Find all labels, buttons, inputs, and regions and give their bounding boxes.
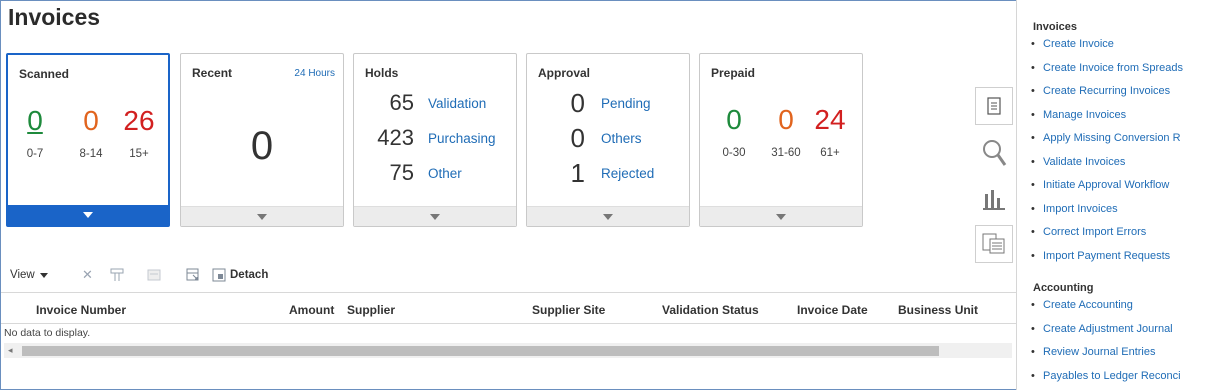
task-create-recurring-invoices[interactable]: Create Recurring Invoices <box>1031 85 1170 97</box>
scrollbar-thumb[interactable] <box>22 346 939 356</box>
card-title: Scanned <box>19 67 70 81</box>
bucket-label: 15+ <box>129 148 149 160</box>
approval-card[interactable]: Approval 0 Pending 0 Others 1 Rejected <box>526 53 690 227</box>
scroll-left-icon[interactable]: ◂ <box>8 345 13 356</box>
tasks-panel: Invoices Create Invoice Create Invoice f… <box>1016 0 1213 390</box>
task-payables-to-ledger-reconciliation[interactable]: Payables to Ledger Reconci <box>1031 370 1181 382</box>
chevron-down-icon <box>776 214 786 220</box>
freeze-icon[interactable] <box>110 265 124 285</box>
detach-label: Detach <box>230 269 269 281</box>
card-expand-bar[interactable] <box>527 206 689 226</box>
tasks-icon[interactable] <box>975 87 1013 125</box>
task-initiate-approval-workflow[interactable]: Initiate Approval Workflow <box>1031 179 1169 191</box>
detach-button[interactable]: Detach <box>212 265 268 285</box>
table-header: Invoice Number Amount Supplier Supplier … <box>1 292 1016 324</box>
task-apply-missing-conversion-rates[interactable]: Apply Missing Conversion R <box>1031 132 1181 144</box>
approval-rejected-link[interactable]: Rejected <box>601 166 654 181</box>
column-header-amount[interactable]: Amount <box>289 303 334 317</box>
card-expand-bar[interactable] <box>181 206 343 226</box>
bucket-label: 0-7 <box>26 148 44 160</box>
delete-icon[interactable]: ✕ <box>82 265 93 285</box>
reports-icon[interactable] <box>975 180 1013 218</box>
column-header-supplier[interactable]: Supplier <box>347 303 395 317</box>
holds-count: 423 <box>377 125 414 150</box>
bucket-label: 8-14 <box>79 148 103 160</box>
accounting-section-title: Accounting <box>1033 282 1094 294</box>
task-correct-import-errors[interactable]: Correct Import Errors <box>1031 226 1146 238</box>
scanned-8-14-count[interactable]: 0 <box>78 105 104 137</box>
view-label: View <box>10 269 35 281</box>
column-header-invoice-date[interactable]: Invoice Date <box>797 303 868 317</box>
task-import-payment-requests[interactable]: Import Payment Requests <box>1031 250 1170 262</box>
scan-documents-icon[interactable] <box>975 225 1013 263</box>
bucket-label: 31-60 <box>771 147 801 159</box>
task-manage-invoices[interactable]: Manage Invoices <box>1031 109 1126 121</box>
scanned-0-7-count[interactable]: 0 <box>22 105 48 137</box>
holds-card[interactable]: Holds 65 Validation 423 Purchasing 75 Ot… <box>353 53 517 227</box>
invoices-section-title: Invoices <box>1033 21 1078 33</box>
wrap-icon[interactable] <box>147 265 161 285</box>
empty-table-message: No data to display. <box>4 327 91 339</box>
period-link[interactable]: 24 Hours <box>294 68 335 79</box>
bucket-label: 0-30 <box>722 147 746 159</box>
card-expand-bar[interactable] <box>8 205 168 225</box>
approval-pending-link[interactable]: Pending <box>601 96 651 111</box>
chevron-down-icon <box>83 212 93 218</box>
card-expand-bar[interactable] <box>354 206 516 226</box>
task-create-invoice-from-spreadsheet[interactable]: Create Invoice from Spreads <box>1031 62 1183 74</box>
detach-icon <box>212 268 226 282</box>
column-header-validation-status[interactable]: Validation Status <box>662 303 759 317</box>
approval-count: 0 <box>570 123 585 153</box>
task-review-journal-entries[interactable]: Review Journal Entries <box>1031 346 1155 358</box>
scanned-card[interactable]: Scanned 0 0 26 0-7 8-14 15+ <box>6 53 170 227</box>
approval-others-link[interactable]: Others <box>601 131 642 146</box>
page-title: Invoices <box>8 4 101 30</box>
holds-purchasing-link[interactable]: Purchasing <box>428 131 496 146</box>
holds-count: 65 <box>389 90 414 115</box>
search-icon[interactable] <box>975 134 1013 172</box>
task-validate-invoices[interactable]: Validate Invoices <box>1031 156 1125 168</box>
scanned-15plus-count[interactable]: 26 <box>118 105 160 137</box>
approval-count: 1 <box>570 158 585 188</box>
prepaid-0-30-count[interactable]: 0 <box>720 104 748 136</box>
horizontal-scrollbar[interactable]: ◂ <box>4 343 1012 358</box>
column-header-supplier-site[interactable]: Supplier Site <box>532 303 605 317</box>
chevron-down-icon <box>257 214 267 220</box>
task-create-accounting[interactable]: Create Accounting <box>1031 299 1133 311</box>
card-title: Recent <box>192 66 233 80</box>
bucket-label: 61+ <box>820 147 840 159</box>
task-create-adjustment-journal[interactable]: Create Adjustment Journal <box>1031 323 1173 335</box>
prepaid-31-60-count[interactable]: 0 <box>772 104 800 136</box>
task-create-invoice[interactable]: Create Invoice <box>1031 38 1114 50</box>
column-header-business-unit[interactable]: Business Unit <box>898 303 978 317</box>
card-title: Prepaid <box>711 66 756 80</box>
card-expand-bar[interactable] <box>700 206 862 226</box>
recent-count[interactable]: 0 <box>181 124 343 169</box>
card-title: Approval <box>538 66 591 80</box>
chevron-down-icon <box>39 272 48 278</box>
chevron-down-icon <box>430 214 440 220</box>
recent-card[interactable]: Recent 24 Hours 0 <box>180 53 344 227</box>
approval-count: 0 <box>570 88 585 118</box>
task-import-invoices[interactable]: Import Invoices <box>1031 203 1118 215</box>
holds-count: 75 <box>389 160 414 185</box>
card-title: Holds <box>365 66 399 80</box>
prepaid-card[interactable]: Prepaid 0 0 24 0-30 31-60 61+ <box>699 53 863 227</box>
export-icon[interactable] <box>186 265 200 285</box>
column-header-invoice-number[interactable]: Invoice Number <box>36 303 126 317</box>
chevron-down-icon <box>603 214 613 220</box>
view-menu[interactable]: View <box>10 265 48 285</box>
holds-validation-link[interactable]: Validation <box>428 96 486 111</box>
prepaid-61plus-count[interactable]: 24 <box>808 104 852 136</box>
holds-other-link[interactable]: Other <box>428 166 462 181</box>
